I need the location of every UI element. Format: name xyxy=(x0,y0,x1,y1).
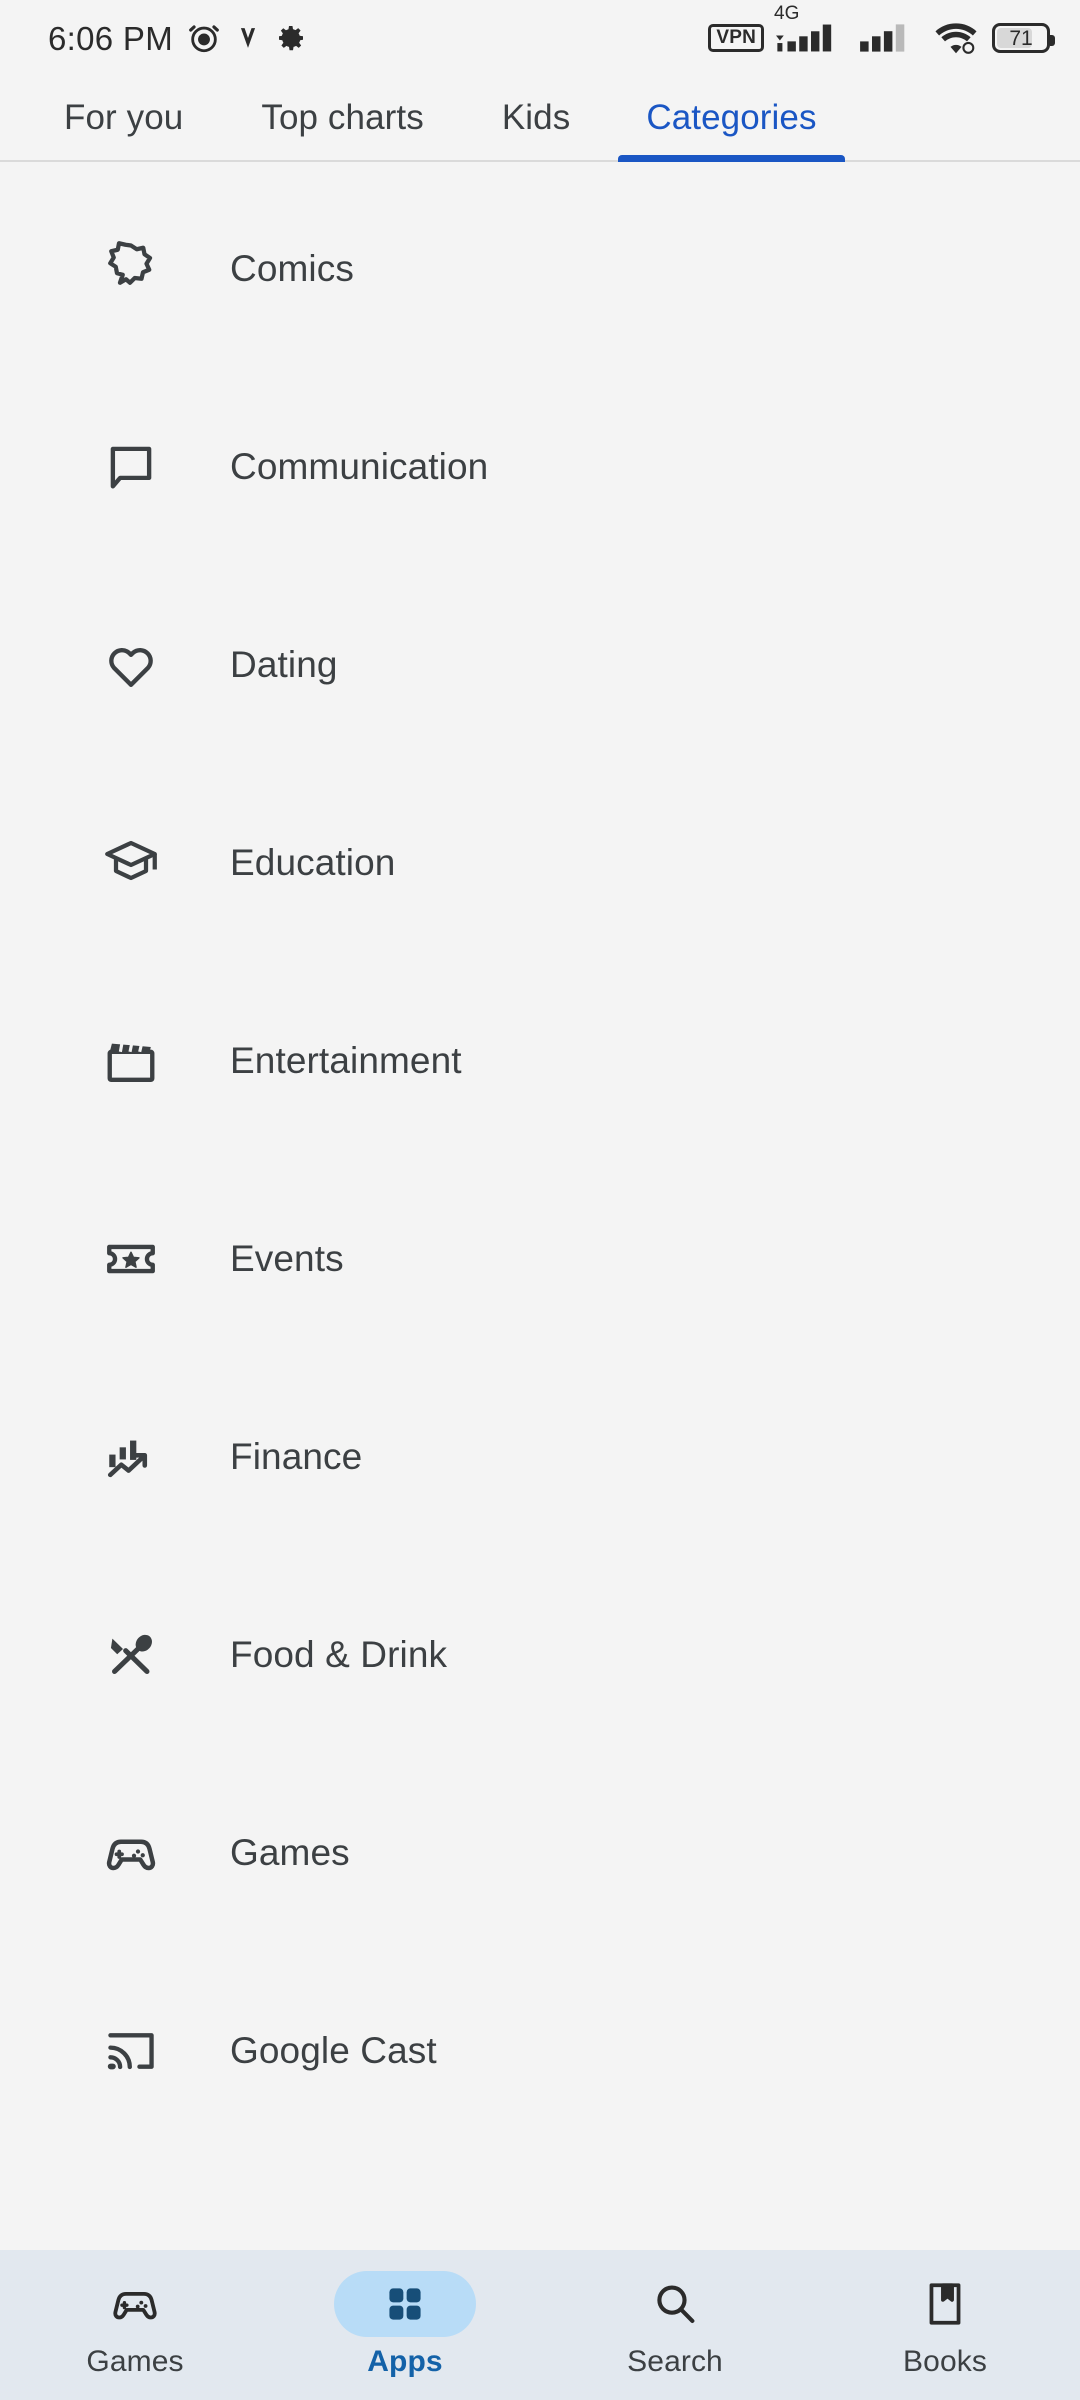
alarm-icon xyxy=(187,21,221,55)
status-bar-left: 6:06 PM xyxy=(48,21,307,55)
clapperboard-icon xyxy=(98,1028,164,1094)
nav-pill-search xyxy=(604,2271,746,2337)
nav-item-search-label: Search xyxy=(627,2345,723,2378)
list-item-google-cast[interactable]: Google Cast xyxy=(0,1952,1080,2150)
nav-pill-games xyxy=(64,2271,206,2337)
list-item-label: Google Cast xyxy=(230,2030,437,2071)
status-clock: 6:06 PM xyxy=(48,19,173,57)
list-item-label: Food & Drink xyxy=(230,1634,448,1675)
nav-pill-apps xyxy=(334,2271,476,2337)
list-item-dating[interactable]: Dating xyxy=(0,566,1080,764)
wifi-icon xyxy=(935,23,977,54)
nav-item-books-label: Books xyxy=(903,2345,987,2378)
play-store-screen: 6:06 PM VPN 4G 71 For you Top charts Kid… xyxy=(0,0,1080,2400)
cellular-signal-2-icon xyxy=(860,24,905,52)
list-item-food-and-drink[interactable]: Food & Drink xyxy=(0,1556,1080,1754)
status-bar: 6:06 PM VPN 4G 71 xyxy=(0,0,1080,76)
list-item-label: Comics xyxy=(230,248,354,289)
list-item-events[interactable]: Events xyxy=(0,1160,1080,1358)
chat-bubble-icon xyxy=(98,434,164,500)
tab-categories-label: Categories xyxy=(646,98,817,137)
list-item-entertainment[interactable]: Entertainment xyxy=(0,962,1080,1160)
cast-icon xyxy=(98,2018,164,2084)
nav-item-apps-label: Apps xyxy=(367,2345,443,2378)
vpn-icon: VPN xyxy=(708,23,764,53)
nav-item-games[interactable]: Games xyxy=(0,2250,270,2400)
list-item-label: Finance xyxy=(230,1436,363,1477)
nav-item-games-label: Games xyxy=(86,2345,184,2378)
cellular-signal-icon: 4G xyxy=(774,4,848,55)
tab-top-charts[interactable]: Top charts xyxy=(223,76,461,160)
list-item-label: Education xyxy=(230,842,396,883)
list-item-comics[interactable]: Comics xyxy=(0,170,1080,368)
list-item-label: Games xyxy=(230,1832,350,1873)
category-list: Comics Communication Dating Education En… xyxy=(0,162,1080,2250)
comic-bubble-icon xyxy=(98,236,164,302)
gamepad-icon xyxy=(98,1820,164,1886)
top-tab-bar: For you Top charts Kids Categories xyxy=(0,76,1080,162)
list-item-games[interactable]: Games xyxy=(0,1754,1080,1952)
tab-for-you[interactable]: For you xyxy=(18,76,223,160)
status-bar-right: VPN 4G 71 xyxy=(708,4,1055,57)
list-item-label: Events xyxy=(230,1238,344,1279)
list-item-education[interactable]: Education xyxy=(0,764,1080,962)
nav-pill-books xyxy=(874,2271,1016,2337)
list-item-label: Communication xyxy=(230,446,489,487)
spoon-knife-icon xyxy=(98,1622,164,1688)
list-item-finance[interactable]: Finance xyxy=(0,1358,1080,1556)
battery-level-label: 71 xyxy=(1009,26,1033,50)
vibrate-icon xyxy=(235,21,261,55)
network-type-label: 4G xyxy=(774,3,800,24)
bar-chart-arrow-icon xyxy=(98,1424,164,1490)
tab-categories[interactable]: Categories xyxy=(610,76,852,162)
nav-item-apps[interactable]: Apps xyxy=(270,2250,540,2400)
bottom-navigation-bar: Games Apps Search Books xyxy=(0,2250,1080,2400)
heart-icon xyxy=(98,632,164,698)
tab-kids[interactable]: Kids xyxy=(462,76,611,160)
tab-for-you-label: For you xyxy=(64,98,184,137)
tab-kids-label: Kids xyxy=(501,98,571,137)
graduation-cap-icon xyxy=(98,830,164,896)
battery-icon: 71 xyxy=(992,23,1055,53)
list-item-label: Entertainment xyxy=(230,1040,462,1081)
ticket-star-icon xyxy=(98,1226,164,1292)
list-item-communication[interactable]: Communication xyxy=(0,368,1080,566)
gear-icon xyxy=(275,22,307,54)
nav-item-books[interactable]: Books xyxy=(810,2250,1080,2400)
nav-item-search[interactable]: Search xyxy=(540,2250,810,2400)
list-item-label: Dating xyxy=(230,644,338,685)
tab-top-charts-label: Top charts xyxy=(261,98,424,137)
